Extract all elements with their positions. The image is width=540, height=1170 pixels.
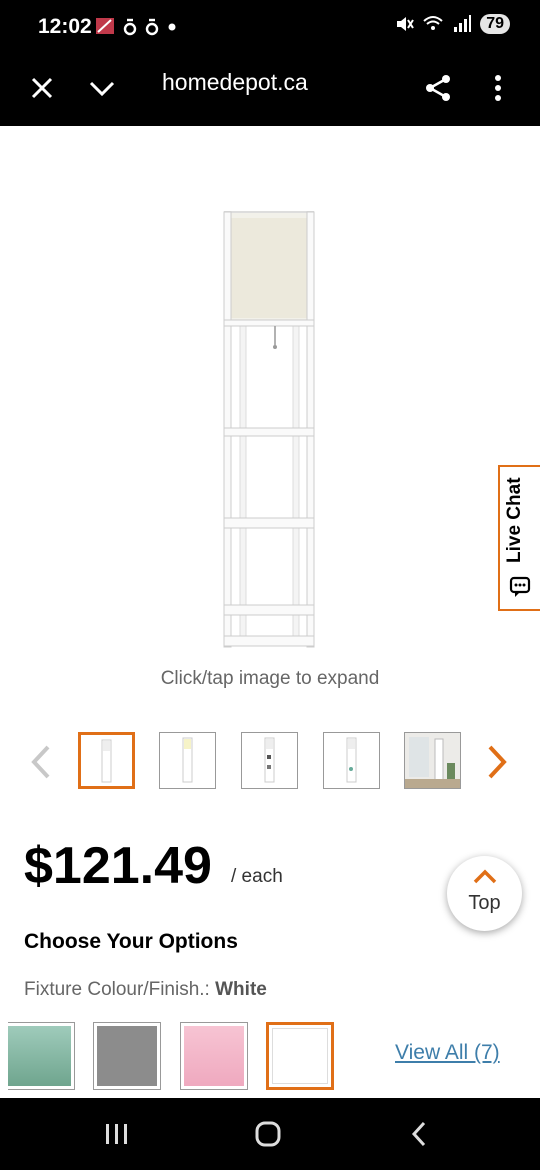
- swatch-green[interactable]: [8, 1022, 75, 1090]
- scroll-top-label: Top: [468, 892, 501, 914]
- wifi-icon: [423, 16, 443, 30]
- browser-toolbar: homedepot.ca: [0, 52, 540, 126]
- swatch-pink[interactable]: [180, 1022, 248, 1090]
- options-heading: Choose Your Options: [24, 930, 238, 953]
- status-left-icons: [95, 16, 177, 36]
- chat-icon: [509, 576, 531, 597]
- home-icon[interactable]: [254, 1120, 282, 1148]
- scroll-top-button[interactable]: Top: [447, 856, 522, 931]
- finish-selection: Fixture Colour/Finish.: White: [24, 979, 267, 1001]
- notification-icon: [123, 18, 137, 36]
- thumbnail-5[interactable]: [404, 732, 461, 789]
- live-chat-label: Live Chat: [504, 477, 525, 563]
- recent-apps-icon[interactable]: [104, 1122, 130, 1146]
- thumbnail-3[interactable]: [241, 732, 298, 789]
- signal-icon: [454, 15, 472, 32]
- dot-icon: [168, 23, 176, 31]
- status-right: 79: [394, 14, 510, 34]
- view-all-options-link[interactable]: View All (7): [395, 1041, 500, 1065]
- system-nav-bar: [0, 1098, 540, 1170]
- expand-image-hint: Click/tap image to expand: [160, 668, 380, 689]
- status-bar: 12:02 79: [0, 0, 540, 52]
- finish-label: Fixture Colour/Finish.:: [24, 979, 210, 1000]
- swatch-white[interactable]: [266, 1022, 334, 1090]
- status-time: 12:02: [38, 15, 92, 38]
- nfc-bars-icon: [96, 18, 114, 34]
- product-image[interactable]: [200, 200, 340, 655]
- close-icon[interactable]: [22, 68, 62, 108]
- notification-icon: [145, 18, 159, 36]
- live-chat-button[interactable]: Live Chat: [498, 465, 540, 611]
- product-price: $121.49: [24, 837, 212, 895]
- chevron-up-icon: [473, 869, 497, 884]
- back-icon[interactable]: [408, 1120, 430, 1148]
- thumbnail-1[interactable]: [78, 732, 135, 789]
- finish-value: White: [215, 979, 267, 1000]
- mute-icon: [397, 17, 415, 31]
- thumbnail-carousel: [0, 732, 540, 792]
- share-icon[interactable]: [418, 68, 458, 108]
- price-unit: / each: [231, 866, 283, 887]
- thumbnail-2[interactable]: [159, 732, 216, 789]
- thumbnail-4[interactable]: [323, 732, 380, 789]
- carousel-prev-button[interactable]: [28, 744, 58, 780]
- url-display[interactable]: homedepot.ca: [162, 69, 308, 96]
- chevron-down-icon[interactable]: [82, 68, 122, 108]
- more-vertical-icon[interactable]: [478, 68, 518, 108]
- carousel-next-button[interactable]: [484, 744, 514, 780]
- swatch-grey[interactable]: [93, 1022, 161, 1090]
- battery-indicator: 79: [480, 14, 510, 34]
